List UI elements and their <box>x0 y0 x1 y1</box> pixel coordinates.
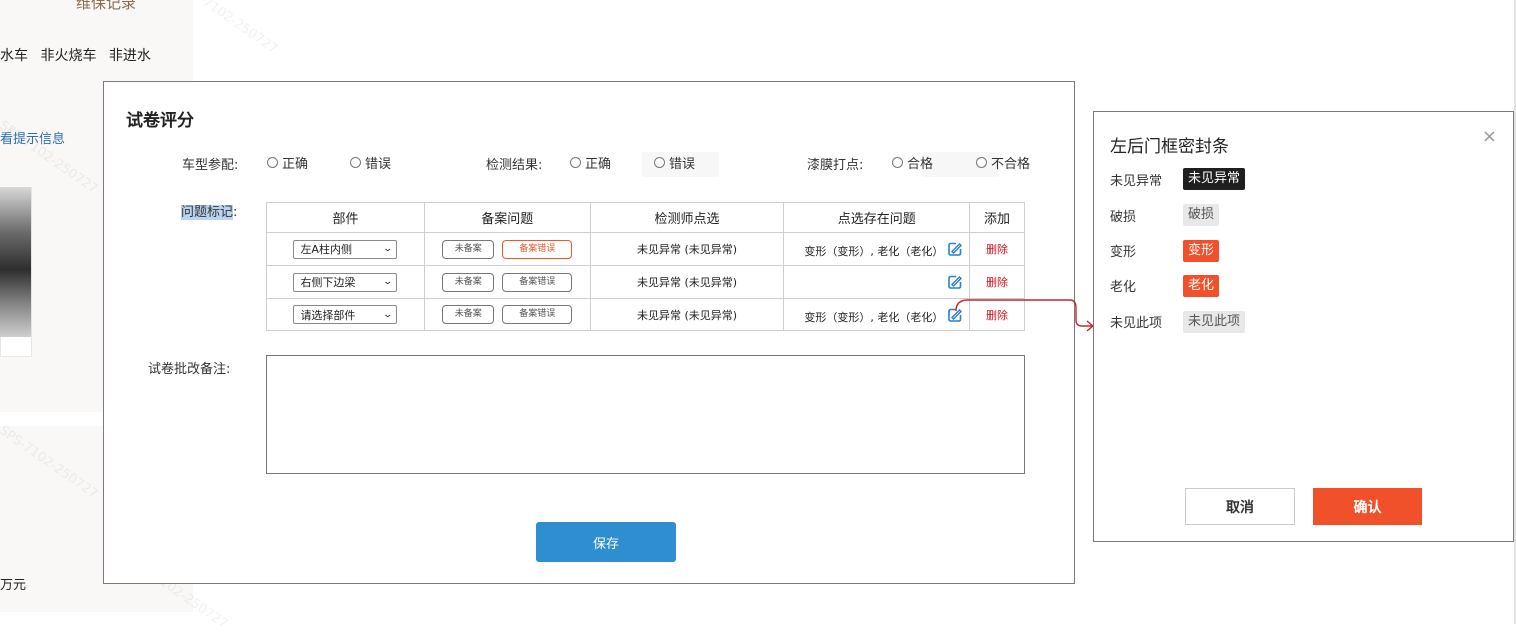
option-chip-deformed[interactable]: 变形 <box>1183 240 1220 262</box>
result-wrong-radio[interactable]: 错误 <box>654 153 695 172</box>
car-interior-photo[interactable] <box>0 187 32 337</box>
paint-pass-radio[interactable]: 合格 <box>892 153 933 172</box>
chevron-down-icon: ⌄ <box>382 277 393 287</box>
issue-text: 变形（变形）, 老化（老化） <box>804 245 944 258</box>
part-select[interactable]: 请选择部件 ⌄ <box>293 305 398 324</box>
radio-circle <box>350 157 361 168</box>
option-chip-aged[interactable]: 老化 <box>1183 275 1220 297</box>
bg-section-title: 维保记录 <box>76 0 137 12</box>
option-label: 未见异常 <box>1110 174 1163 189</box>
option-label: 破损 <box>1110 210 1137 225</box>
radio-circle <box>570 157 581 168</box>
add-row-button[interactable]: 添加 <box>969 202 1025 233</box>
table-row: 左A柱内侧 ⌄ 未备案 备案错误 未见异常 (未见异常) 变形（变形）, 老化（老… <box>266 232 1025 266</box>
model-match-label: 车型参配: <box>182 158 239 173</box>
bg-tag: 非火烧车 <box>40 48 97 64</box>
popover-title: 左后门框密封条 <box>1110 137 1229 157</box>
paint-fail-radio[interactable]: 不合格 <box>976 153 1030 172</box>
issue-marks-label-text: 问题标记 <box>181 205 234 220</box>
bg-tag-list: 水车 非火烧车 非进水 <box>0 45 159 65</box>
save-button[interactable]: 保存 <box>536 522 676 562</box>
col-header-filing: 备案问题 <box>423 202 591 233</box>
bg-hint-link[interactable]: 看提示信息 <box>0 128 65 147</box>
chevron-down-icon: ⌄ <box>382 244 393 254</box>
part-issue-popover: 左后门框密封条 × 未见异常 未见异常 破损 破损 变形 变形 老化 老化 未见… <box>1093 111 1514 542</box>
model-match-wrong-radio[interactable]: 错误 <box>350 153 391 172</box>
model-match-correct-radio[interactable]: 正确 <box>267 153 308 172</box>
bg-tag: 水车 <box>0 48 28 64</box>
notes-label: 试卷批改备注: <box>148 362 231 377</box>
not-filed-button[interactable]: 未备案 <box>442 239 495 259</box>
edit-icon[interactable] <box>947 241 963 257</box>
delete-row-link[interactable]: 删除 <box>986 243 1008 256</box>
option-chip-not-present[interactable]: 未见此项 <box>1183 311 1246 333</box>
notes-textarea[interactable] <box>266 355 1025 474</box>
option-label: 未见此项 <box>1110 316 1163 331</box>
not-filed-button[interactable]: 未备案 <box>442 305 495 324</box>
confirm-button[interactable]: 确认 <box>1313 488 1422 525</box>
option-chip-no-abnormal[interactable]: 未见异常 <box>1183 168 1246 190</box>
issue-text: 变形（变形）, 老化（老化） <box>804 311 944 324</box>
delete-row-link[interactable]: 删除 <box>986 276 1008 289</box>
result-label: 检测结果: <box>486 158 543 173</box>
part-select[interactable]: 左A柱内侧 ⌄ <box>293 239 398 259</box>
option-label: 老化 <box>1110 280 1137 295</box>
radio-circle <box>892 157 903 168</box>
paint-label: 漆膜打点: <box>807 158 864 173</box>
bg-tag: 非进水 <box>108 48 151 64</box>
close-icon[interactable]: × <box>1482 126 1497 147</box>
connector-arrow <box>955 299 1095 332</box>
table-row: 请选择部件 ⌄ 未备案 备案错误 未见异常 (未见异常) 变形（变形）, 老化（老… <box>266 298 1025 331</box>
table-row: 右侧下边梁 ⌄ 未备案 备案错误 未见异常 (未见异常) 删除 <box>266 265 1025 299</box>
inspector-selection: 未见异常 (未见异常) <box>589 298 785 331</box>
inspector-selection: 未见异常 (未见异常) <box>589 265 785 299</box>
radio-circle <box>654 157 665 168</box>
issue-marks-label: 问题标记: <box>181 205 238 220</box>
dialog-title: 试卷评分 <box>126 111 194 131</box>
not-filed-button[interactable]: 未备案 <box>442 272 495 292</box>
chevron-down-icon: ⌄ <box>382 309 393 320</box>
cancel-button[interactable]: 取消 <box>1185 488 1295 525</box>
radio-circle <box>976 157 987 168</box>
option-chip-damaged[interactable]: 破损 <box>1183 204 1220 226</box>
exam-scoring-dialog: 试卷评分 车型参配: 正确 错误 检测结果: 正确 错误 漆膜打点: 合格 不合… <box>103 81 1075 584</box>
result-correct-radio[interactable]: 正确 <box>570 153 611 172</box>
table-header-row: 部件 备案问题 检测师点选 点选存在问题 添加 <box>266 202 1025 233</box>
photo-frame <box>0 337 32 357</box>
inspector-selection: 未见异常 (未见异常) <box>589 232 785 266</box>
edit-icon[interactable] <box>947 274 963 290</box>
col-header-issue: 点选存在问题 <box>783 202 971 233</box>
filing-error-button[interactable]: 备案错误 <box>502 305 573 324</box>
col-header-inspector: 检测师点选 <box>589 202 785 233</box>
bg-price-unit: 万元 <box>0 578 27 593</box>
issue-marks-table: 部件 备案问题 检测师点选 点选存在问题 添加 左A柱内侧 ⌄ 未备案备案错误 <box>266 202 1025 331</box>
filing-error-button[interactable]: 备案错误 <box>502 272 573 292</box>
col-header-part: 部件 <box>266 202 425 233</box>
part-select[interactable]: 右侧下边梁 ⌄ <box>293 272 398 292</box>
option-label: 变形 <box>1110 245 1137 260</box>
radio-circle <box>267 157 278 168</box>
filing-error-button[interactable]: 备案错误 <box>502 239 573 259</box>
